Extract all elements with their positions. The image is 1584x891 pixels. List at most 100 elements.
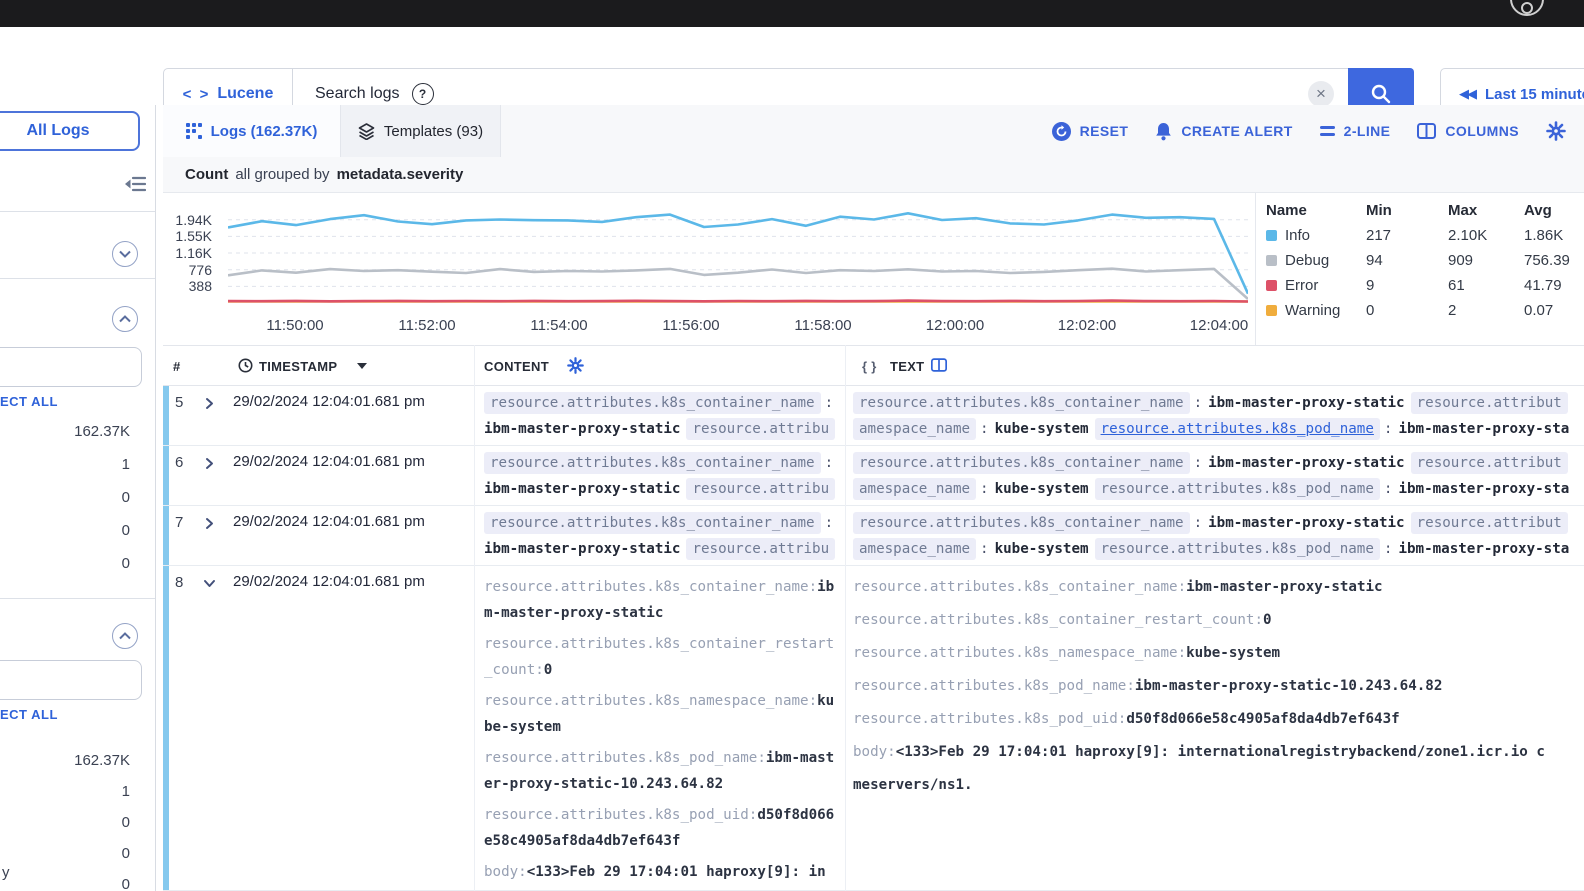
row-number: 5 bbox=[175, 394, 184, 411]
expand-row-chevron-icon[interactable] bbox=[203, 397, 216, 415]
kv-line: resource.attributes.k8s_container_name:i… bbox=[484, 579, 835, 621]
log-row[interactable]: 7 29/02/2024 12:04:01.681 pm resource.attr… bbox=[163, 506, 1584, 566]
log-row-expanded[interactable]: 8 29/02/2024 12:04:01.681 pm resource.attr… bbox=[163, 566, 1584, 891]
content-settings-gear-icon[interactable] bbox=[567, 357, 584, 377]
field-chip[interactable]: resource.attributes.k8s_container_name bbox=[853, 512, 1190, 534]
collapse-row-chevron-icon[interactable] bbox=[203, 577, 216, 595]
all-logs-tab[interactable]: All Logs bbox=[0, 111, 140, 151]
field-chip[interactable]: resource.attribut bbox=[1410, 452, 1568, 474]
legend-value: 217 bbox=[1366, 227, 1392, 244]
chart-title-middle: all grouped by bbox=[235, 166, 330, 183]
facet-count-list: 162.37K 1 0 0 0 bbox=[0, 745, 130, 891]
user-avatar-head-icon bbox=[1521, 2, 1533, 14]
field-chip[interactable]: resource.attribu bbox=[686, 478, 836, 500]
json-braces-icon: { } bbox=[862, 359, 877, 374]
reset-icon bbox=[1051, 121, 1071, 141]
tab-logs[interactable]: Logs (162.37K) bbox=[163, 105, 341, 157]
facet-label-partial: y bbox=[2, 864, 10, 881]
severity-accent-bar bbox=[163, 566, 169, 890]
facet-count: 0 bbox=[121, 522, 130, 539]
field-chip[interactable]: resource.attribu bbox=[686, 418, 836, 440]
log-row[interactable]: 5 29/02/2024 12:04:01.681 pm resource.attr… bbox=[163, 386, 1584, 446]
tab-templates[interactable]: Templates (93) bbox=[341, 105, 501, 157]
sidebar-collapse-icon[interactable] bbox=[124, 175, 147, 198]
two-line-toggle[interactable]: 2-LINE bbox=[1319, 123, 1391, 139]
separator: : bbox=[980, 481, 989, 497]
legend-row[interactable]: Info 217 2.10K 1.86K bbox=[1266, 223, 1584, 248]
separator: : bbox=[1193, 395, 1203, 411]
log-row[interactable]: 6 29/02/2024 12:04:01.681 pm resource.attr… bbox=[163, 446, 1584, 506]
severity-accent-bar bbox=[163, 386, 169, 445]
create-alert-button[interactable]: CREATE ALERT bbox=[1155, 122, 1292, 141]
reset-button[interactable]: RESET bbox=[1051, 121, 1129, 141]
field-chip[interactable]: resource.attribu bbox=[686, 538, 836, 560]
kv-line: resource.attributes.k8s_namespace_name:k… bbox=[484, 693, 835, 735]
legend-header: Name Min Max Avg bbox=[1266, 202, 1552, 219]
y-tick-label: 1.55K bbox=[175, 228, 212, 245]
section-collapse-button[interactable] bbox=[112, 623, 138, 649]
content-cell: resource.attributes.k8s_container_name: i… bbox=[484, 512, 837, 562]
columns-button[interactable]: COLUMNS bbox=[1417, 123, 1519, 139]
separator: : bbox=[824, 515, 834, 531]
field-chip[interactable]: resource.attribut bbox=[1410, 512, 1568, 534]
field-chip[interactable]: amespace_name bbox=[853, 538, 977, 560]
bell-icon bbox=[1156, 122, 1172, 140]
field-chip-link[interactable]: resource.attributes.k8s_pod_name bbox=[1094, 418, 1380, 440]
clear-search-button[interactable]: × bbox=[1308, 81, 1334, 107]
text-cell: resource.attributes.k8s_container_name: i… bbox=[853, 452, 1584, 502]
settings-button[interactable] bbox=[1546, 121, 1566, 141]
legend-row[interactable]: Debug 94 909 756.39 bbox=[1266, 248, 1584, 273]
legend-swatch bbox=[1266, 280, 1277, 291]
legend-row[interactable]: Error 9 61 41.79 bbox=[1266, 273, 1584, 298]
sidebar-divider bbox=[155, 105, 156, 891]
field-chip[interactable]: resource.attributes.k8s_pod_name bbox=[1094, 538, 1380, 560]
field-chip[interactable]: resource.attributes.k8s_container_name bbox=[853, 392, 1190, 414]
legend-row[interactable]: Warning 0 2 0.07 bbox=[1266, 298, 1584, 323]
legend-swatch bbox=[1266, 305, 1277, 316]
column-header-content[interactable]: CONTENT bbox=[484, 359, 549, 374]
legend-series-name: Error bbox=[1285, 277, 1319, 294]
facet-filter-input[interactable] bbox=[0, 660, 142, 700]
field-chip[interactable]: resource.attributes.k8s_container_name bbox=[484, 512, 821, 534]
search-input[interactable]: Search logs bbox=[315, 85, 400, 103]
kv-line: resource.attributes.k8s_pod_uid:d50f8d06… bbox=[853, 711, 1400, 727]
chart-title-count: Count bbox=[185, 166, 229, 183]
field-chip[interactable]: resource.attributes.k8s_container_name bbox=[853, 452, 1190, 474]
select-all-link[interactable]: ECT ALL bbox=[0, 707, 58, 722]
chart-plot[interactable] bbox=[228, 200, 1248, 303]
row-timestamp: 29/02/2024 12:04:01.681 pm bbox=[233, 513, 425, 530]
x-tick-label: 12:04:00 bbox=[1189, 317, 1249, 334]
help-icon[interactable]: ? bbox=[411, 83, 434, 105]
field-chip[interactable]: resource.attributes.k8s_container_name bbox=[484, 392, 821, 414]
field-value: kube-system bbox=[994, 421, 1089, 437]
field-chip[interactable]: amespace_name bbox=[853, 478, 977, 500]
field-chip[interactable]: resource.attributes.k8s_container_name bbox=[484, 452, 821, 474]
field-value: ibm-master-proxy-static bbox=[1208, 395, 1405, 411]
facet-filter-input[interactable] bbox=[0, 347, 142, 387]
magnifier-icon bbox=[1371, 84, 1391, 104]
text-columns-icon[interactable] bbox=[931, 358, 947, 375]
sort-desc-icon[interactable] bbox=[357, 363, 367, 369]
legend-swatch bbox=[1266, 230, 1277, 241]
section-expand-button[interactable] bbox=[112, 241, 138, 267]
legend-value: 94 bbox=[1366, 252, 1383, 269]
field-chip[interactable]: resource.attribut bbox=[1410, 392, 1568, 414]
row-timestamp: 29/02/2024 12:04:01.681 pm bbox=[233, 453, 425, 470]
kv-line: body:<133>Feb 29 17:04:01 haproxy[9]: in… bbox=[853, 744, 1545, 760]
legend-swatch bbox=[1266, 255, 1277, 266]
column-header-text[interactable]: TEXT bbox=[890, 359, 924, 374]
field-chip[interactable]: resource.attributes.k8s_pod_name bbox=[1094, 478, 1380, 500]
x-tick-label: 11:54:00 bbox=[530, 317, 588, 334]
y-tick-label: 1.16K bbox=[175, 245, 212, 262]
legend-series-name: Warning bbox=[1285, 302, 1341, 319]
expand-row-chevron-icon[interactable] bbox=[203, 457, 216, 475]
column-header-timestamp[interactable]: TIMESTAMP bbox=[259, 359, 337, 374]
row-timestamp: 29/02/2024 12:04:01.681 pm bbox=[233, 393, 425, 410]
text-cell: resource.attributes.k8s_container_name: i… bbox=[853, 512, 1584, 562]
section-collapse-button[interactable] bbox=[112, 306, 138, 332]
logs-grid-icon bbox=[185, 123, 202, 139]
select-all-link[interactable]: ECT ALL bbox=[0, 394, 58, 409]
legend-value: 909 bbox=[1448, 252, 1474, 269]
field-chip[interactable]: amespace_name bbox=[853, 418, 977, 440]
expand-row-chevron-icon[interactable] bbox=[203, 517, 216, 535]
